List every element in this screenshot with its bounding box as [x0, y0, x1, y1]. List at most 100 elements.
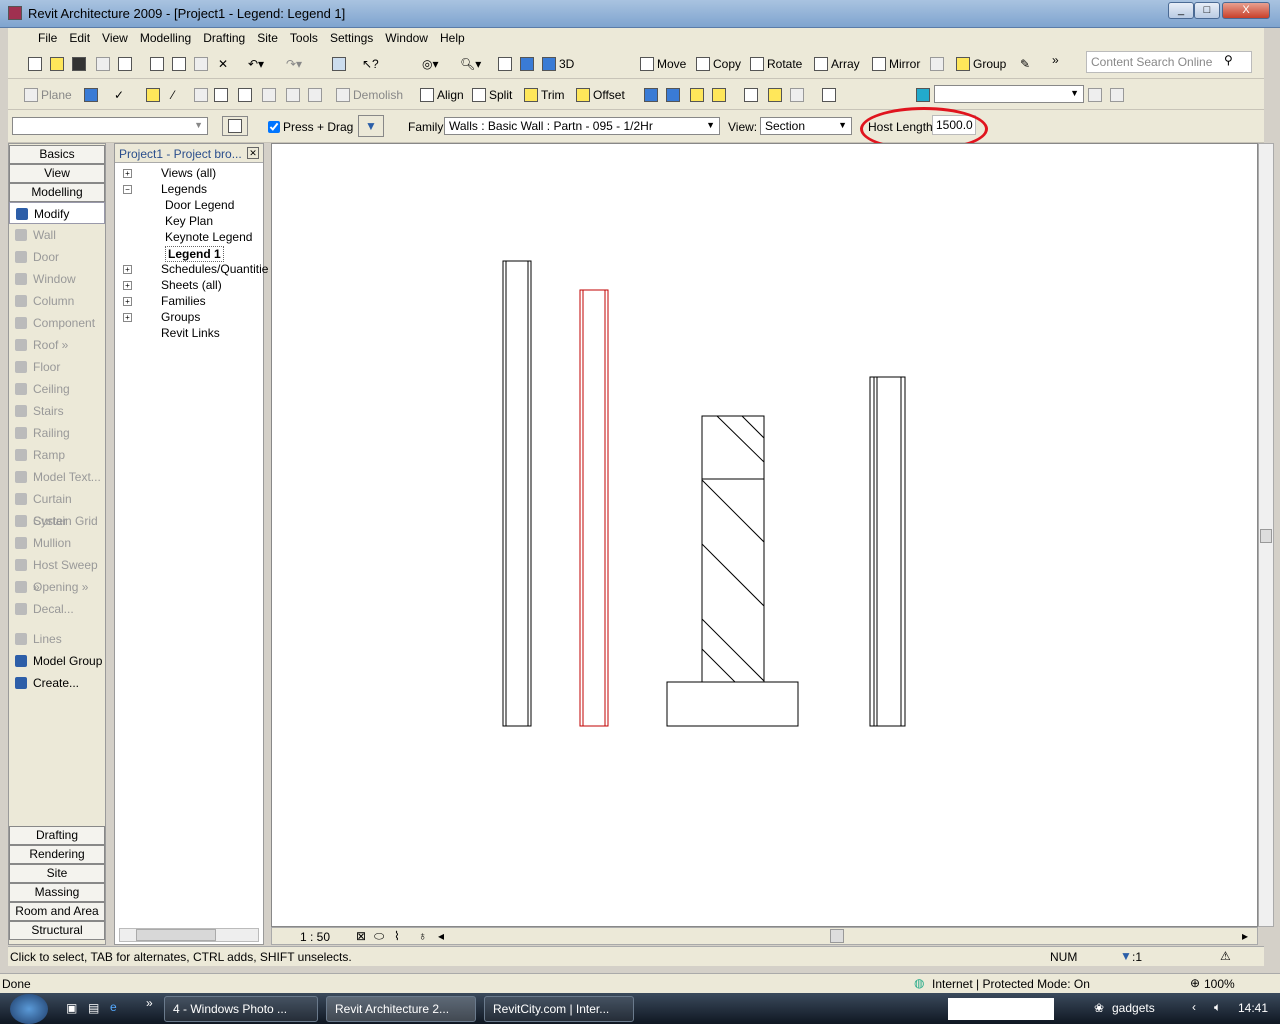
google-search-gadget[interactable]	[948, 998, 1054, 1020]
tab-drafting[interactable]: Drafting	[9, 826, 105, 845]
designbar-item-create[interactable]: Create...	[9, 672, 105, 694]
press-drag-checkbox[interactable]: Press + Drag	[268, 117, 353, 137]
zoom-icon[interactable]: 🔍︎▾	[460, 54, 481, 74]
designbar-item-window[interactable]: Window	[9, 268, 105, 290]
tree-toggle-icon[interactable]: −	[123, 185, 132, 194]
redo-icon[interactable]: ↷▾	[286, 54, 302, 74]
tree-item[interactable]: Views (all)	[161, 166, 216, 180]
menu-help[interactable]: Help	[434, 28, 471, 48]
filter-button[interactable]: ▼	[358, 115, 384, 137]
menu-settings[interactable]: Settings	[324, 28, 379, 48]
tree-toggle-icon[interactable]: +	[123, 265, 132, 274]
tree-toggle-icon[interactable]: +	[123, 281, 132, 290]
designbar-item-model-group[interactable]: Model Group	[9, 650, 105, 672]
designbar-item-stairs[interactable]: Stairs	[9, 400, 105, 422]
copy-button[interactable]: Copy	[696, 54, 741, 74]
clock[interactable]: 14:41	[1238, 1001, 1268, 1015]
tab-view[interactable]: View	[9, 164, 105, 183]
tab-structural[interactable]: Structural	[9, 921, 105, 940]
designbar-item-ramp[interactable]: Ramp	[9, 444, 105, 466]
workset-select[interactable]	[934, 85, 1084, 103]
tree-item[interactable]: Schedules/Quantitie	[161, 262, 268, 276]
designbar-item-model-text[interactable]: Model Text...	[9, 466, 105, 488]
linework-icon[interactable]	[286, 85, 300, 105]
filter-icon[interactable]: ▼	[1120, 949, 1132, 963]
tab-site[interactable]: Site	[9, 864, 105, 883]
menu-file[interactable]: File	[8, 28, 63, 48]
mirror-button[interactable]: Mirror	[872, 54, 920, 74]
copy-clipboard-icon[interactable]	[172, 54, 186, 74]
group-button[interactable]: Group	[956, 54, 1006, 74]
spelling-icon[interactable]: ✓	[114, 85, 124, 105]
menu-drafting[interactable]: Drafting	[197, 28, 251, 48]
view-hscroll-thumb[interactable]	[830, 929, 844, 943]
menu-view[interactable]: View	[96, 28, 134, 48]
yellow-tool-icon[interactable]	[690, 85, 704, 105]
copy-to-clipboard-icon[interactable]	[644, 85, 658, 105]
copy-icon[interactable]	[666, 85, 680, 105]
browser-hscrollbar[interactable]	[119, 928, 259, 942]
gadgets-label[interactable]: gadgets	[1112, 1001, 1155, 1015]
split-face-icon[interactable]	[262, 85, 276, 105]
align-tool-icon[interactable]	[768, 85, 782, 105]
grid-icon[interactable]	[84, 85, 98, 105]
task-windows-photo[interactable]: 4 - Windows Photo ...	[164, 996, 318, 1022]
cut-icon[interactable]	[150, 54, 164, 74]
detail-level-icon[interactable]: ⊠	[356, 929, 366, 943]
align-button[interactable]: Align	[420, 85, 464, 105]
array-button[interactable]: Array	[814, 54, 860, 74]
workset-editable-icon[interactable]	[1110, 85, 1124, 105]
tree-item[interactable]: Sheets (all)	[161, 278, 222, 292]
tree-item[interactable]: Keynote Legend	[165, 230, 252, 244]
tool-icon[interactable]	[744, 85, 758, 105]
resize-icon[interactable]	[930, 54, 944, 74]
undo-icon[interactable]: ↶▾	[248, 54, 264, 74]
menu-window[interactable]: Window	[379, 28, 434, 48]
tree-item[interactable]: Revit Links	[161, 326, 220, 340]
designbar-item-ceiling[interactable]: Ceiling	[9, 378, 105, 400]
tree-item[interactable]: Door Legend	[165, 198, 234, 212]
type-selector[interactable]	[12, 117, 208, 135]
browser-close-icon[interactable]: ✕	[247, 147, 259, 159]
paste-icon[interactable]	[194, 54, 208, 74]
tab-basics[interactable]: Basics	[9, 145, 105, 164]
menu-modelling[interactable]: Modelling	[134, 28, 197, 48]
tray-expand-icon[interactable]: ‹	[1192, 1000, 1196, 1014]
ie-quicklaunch-icon[interactable]: e	[110, 1000, 117, 1014]
family-select[interactable]: Walls : Basic Wall : Partn - 095 - 1/2Hr	[444, 117, 720, 135]
model-graphics-icon[interactable]	[520, 54, 534, 74]
tree-item[interactable]: Legends	[161, 182, 207, 196]
open-icon[interactable]	[50, 54, 64, 74]
new-icon[interactable]	[28, 54, 42, 74]
tree-item[interactable]: Legend 1	[165, 246, 224, 262]
gadgets-icon[interactable]: ❀	[1094, 1001, 1104, 1015]
designbar-item-mullion[interactable]: Mullion	[9, 532, 105, 554]
show-desktop-icon[interactable]: ▣	[66, 1001, 77, 1015]
demolish-button[interactable]: Demolish	[336, 85, 403, 105]
pin-icon[interactable]: ✎	[1020, 54, 1030, 74]
drawing-area[interactable]	[271, 143, 1258, 927]
steering-wheel-icon[interactable]: ◎▾	[422, 54, 439, 74]
designbar-item-lines[interactable]: Lines	[9, 628, 105, 650]
print-icon[interactable]	[118, 54, 132, 74]
properties-button[interactable]	[222, 116, 248, 136]
scroll-left-icon[interactable]: ◂	[438, 929, 444, 943]
split-button[interactable]: Split	[472, 85, 512, 105]
disabled-tool-icon[interactable]	[790, 85, 804, 105]
toolbar-overflow-button[interactable]: »	[1052, 50, 1059, 70]
tree-item[interactable]: Families	[161, 294, 206, 308]
tab-modelling[interactable]: Modelling	[9, 183, 105, 202]
tab-room-and-area[interactable]: Room and Area	[9, 902, 105, 921]
maximize-button[interactable]: □	[1194, 2, 1220, 19]
paint-icon[interactable]	[194, 85, 208, 105]
delete-icon[interactable]: ✕	[218, 54, 228, 74]
task-revit[interactable]: Revit Architecture 2...	[326, 996, 476, 1022]
model-graphics-style-icon[interactable]: ⬭	[374, 929, 384, 944]
3d-view-button[interactable]: 3D	[542, 54, 574, 74]
designbar-item-wall[interactable]: Wall	[9, 224, 105, 246]
volume-icon[interactable]: 🔈︎	[1214, 1000, 1221, 1015]
view-vertical-scrollbar[interactable]	[1258, 143, 1274, 927]
tree-toggle-icon[interactable]: +	[123, 169, 132, 178]
rotate-button[interactable]: Rotate	[750, 54, 802, 74]
offset-button[interactable]: Offset	[576, 85, 625, 105]
